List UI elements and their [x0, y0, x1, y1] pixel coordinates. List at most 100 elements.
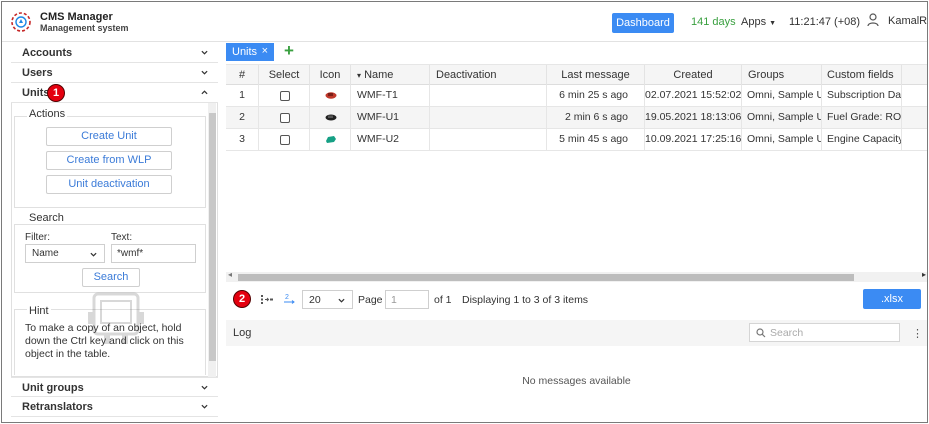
annotation-badge-1: 1 — [47, 84, 65, 102]
actions-title: Actions — [27, 108, 68, 120]
col-icon[interactable]: Icon — [310, 65, 351, 85]
text-label: Text: — [111, 232, 133, 243]
cell-groups: Omni, Sample Uni — [742, 129, 822, 150]
search-text-input[interactable]: *wmf* — [111, 244, 196, 263]
select-checkbox[interactable] — [280, 135, 290, 145]
more-options-icon[interactable]: ⋮ — [912, 327, 923, 340]
select-checkbox[interactable] — [280, 113, 290, 123]
dashboard-button[interactable]: Dashboard — [612, 13, 674, 33]
search-title: Search — [27, 212, 66, 224]
table-scroll-thumb[interactable] — [238, 274, 854, 281]
svg-text:2: 2 — [285, 294, 289, 301]
sidebar-item-users[interactable]: Users — [11, 63, 218, 83]
filter-label: Filter: — [25, 232, 50, 243]
table-row[interactable]: 3 WMF-U2 5 min 45 s ago 10.09.2021 17:25… — [226, 129, 927, 151]
col-name[interactable]: ▾ Name — [351, 65, 430, 85]
apps-label: Apps — [741, 16, 767, 28]
cell-deactivation — [430, 107, 547, 128]
pager-bar: 2 2 20 Page 1 of 1 Displaying 1 to 3 of … — [226, 285, 927, 313]
export-xlsx-button[interactable]: .xlsx — [863, 289, 921, 309]
col-created[interactable]: Created — [645, 65, 742, 85]
sidebar-item-label: Accounts — [22, 47, 73, 59]
cell-created: 10.09.2021 17:25:16 — [645, 129, 742, 150]
sidebar-item-units[interactable]: Units — [11, 83, 218, 103]
page-size-select[interactable]: 20 — [302, 290, 353, 309]
log-title: Log — [233, 327, 252, 339]
log-search-placeholder: Search — [770, 327, 804, 339]
log-search-input[interactable]: Search — [749, 323, 900, 342]
scroll-right-icon[interactable]: ▸ — [922, 270, 926, 279]
col-deactivation[interactable]: Deactivation — [430, 65, 547, 85]
cell-select — [259, 107, 310, 128]
cell-created: 02.07.2021 15:52:02 — [645, 85, 742, 106]
cell-number: 3 — [226, 129, 259, 150]
page-number-input[interactable]: 1 — [385, 290, 429, 309]
user-icon[interactable] — [867, 13, 879, 27]
select-checkbox[interactable] — [280, 91, 290, 101]
cell-created: 19.05.2021 18:13:06 — [645, 107, 742, 128]
caret-down-icon: ▼ — [769, 20, 777, 27]
app-window: CMS Manager Management system Dashboard … — [1, 1, 928, 423]
sidebar-item-label: Retranslators — [22, 401, 93, 413]
col-number[interactable]: # — [226, 65, 259, 85]
cell-last-message: 2 min 6 s ago — [547, 107, 645, 128]
chevron-down-icon — [201, 50, 208, 55]
unit-deactivation-button[interactable]: Unit deactivation — [46, 175, 172, 194]
col-groups[interactable]: Groups — [742, 65, 822, 85]
col-last-message[interactable]: Last message — [547, 65, 645, 85]
page-total: of 1 — [434, 294, 452, 306]
tab-units[interactable]: Units × — [226, 43, 274, 61]
clock: 11:21:47 (+08) — [789, 16, 861, 28]
create-from-wlp-button[interactable]: Create from WLP — [46, 151, 172, 170]
cell-select — [259, 129, 310, 150]
col-select[interactable]: Select — [259, 65, 310, 85]
sort-desc-icon: ▾ — [357, 71, 362, 80]
refresh-icon[interactable]: 2 — [283, 292, 295, 304]
apps-menu[interactable]: Apps ▼ — [741, 16, 776, 28]
create-unit-button[interactable]: Create Unit — [46, 127, 172, 146]
close-icon[interactable]: × — [262, 45, 268, 57]
displaying-text: Displaying 1 to 3 of 3 items — [462, 294, 589, 306]
sidebar-item-accounts[interactable]: Accounts — [11, 43, 218, 63]
col-name-label: Name — [364, 69, 394, 81]
chevron-down-icon — [338, 298, 345, 303]
column-settings-icon[interactable] — [261, 295, 273, 304]
table-row[interactable]: 2 WMF-U1 2 min 6 s ago 19.05.2021 18:13:… — [226, 107, 927, 129]
cell-icon — [310, 85, 351, 106]
log-header: Log Search ⋮ — [226, 320, 927, 346]
scroll-left-icon[interactable]: ◂ — [228, 270, 232, 279]
cell-custom-fields: Engine Capacity: — [822, 129, 902, 150]
chevron-down-icon — [201, 385, 208, 390]
app-title: CMS Manager — [40, 11, 113, 23]
search-button[interactable]: Search — [82, 268, 140, 287]
cell-groups: Omni, Sample Uni — [742, 107, 822, 128]
sidebar: Accounts Users Units 1 Actions Create Un… — [11, 43, 218, 422]
cell-groups: Omni, Sample Uni — [742, 85, 822, 106]
chevron-down-icon — [201, 70, 208, 75]
sidebar-item-unit-groups[interactable]: Unit groups — [11, 377, 218, 397]
page-size-value: 20 — [309, 294, 321, 306]
days-left: 141 days — [691, 16, 736, 28]
cell-deactivation — [430, 129, 547, 150]
units-table: # Select Icon ▾ Name Deactivation Last m… — [226, 64, 927, 284]
empty-log-message: No messages available — [522, 375, 631, 387]
sidebar-scroll-thumb[interactable] — [209, 113, 216, 361]
sidebar-item-retranslators[interactable]: Retranslators — [11, 397, 218, 417]
sidebar-item-label: Users — [22, 67, 53, 79]
cms-logo-icon — [11, 12, 31, 32]
page-label: Page — [358, 294, 383, 306]
cell-last-message: 6 min 25 s ago — [547, 85, 645, 106]
filter-select[interactable]: Name — [25, 244, 105, 263]
table-row[interactable]: 1 WMF-T1 6 min 25 s ago 02.07.2021 15:52… — [226, 85, 927, 107]
chevron-down-icon — [201, 404, 208, 409]
chevron-down-icon — [90, 252, 97, 257]
col-custom-fields[interactable]: Custom fields — [822, 65, 902, 85]
filter-value: Name — [32, 248, 59, 259]
add-tab-button[interactable]: + — [284, 41, 294, 61]
cell-number: 1 — [226, 85, 259, 106]
car-icon — [325, 92, 337, 99]
cell-icon — [310, 129, 351, 150]
annotation-badge-2: 2 — [233, 290, 251, 308]
user-name[interactable]: KamalR — [888, 15, 927, 27]
cell-deactivation — [430, 85, 547, 106]
